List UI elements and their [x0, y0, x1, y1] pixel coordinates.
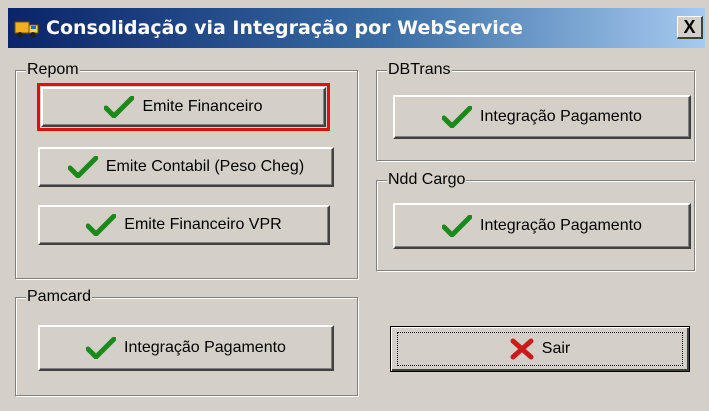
dbtrans-integracao-button[interactable]: Integração Pagamento	[393, 95, 691, 139]
truck-icon	[14, 21, 39, 38]
window-title: Consolidação via Integração por WebServi…	[46, 17, 523, 39]
group-pamcard: Pamcard Integração Pagamento	[15, 287, 359, 397]
group-label-pamcard: Pamcard	[26, 287, 93, 307]
dialog-window: Consolidação via Integração por WebServi…	[0, 0, 709, 411]
button-label: Integração Pagamento	[480, 217, 642, 234]
emite-financeiro-vpr-button[interactable]: Emite Financeiro VPR	[38, 205, 330, 245]
title-bar[interactable]: Consolidação via Integração por WebServi…	[8, 8, 705, 48]
emite-financeiro-button[interactable]: Emite Financeiro	[37, 83, 330, 131]
green-check-icon	[442, 106, 473, 128]
green-check-icon	[86, 214, 117, 236]
sair-button[interactable]: Sair	[390, 326, 690, 372]
button-label: Emite Contabil (Peso Cheg)	[105, 158, 305, 175]
group-dbtrans: DBTrans Integração Pagamento	[376, 60, 696, 162]
group-nddcargo: Ndd Cargo Integração Pagamento	[376, 170, 696, 272]
green-check-icon	[104, 96, 135, 118]
button-label: Integração Pagamento	[480, 108, 642, 125]
button-label: Emite Financeiro VPR	[124, 216, 282, 233]
group-label-repom: Repom	[26, 60, 80, 80]
button-label: Emite Financeiro	[142, 98, 263, 115]
green-check-icon	[442, 215, 473, 237]
group-repom: Repom Emite Financeiro Emite Contabil (P…	[15, 60, 359, 280]
nddcargo-integracao-button[interactable]: Integração Pagamento	[393, 203, 691, 249]
close-button[interactable]: X	[677, 16, 703, 39]
green-check-icon	[86, 337, 117, 359]
pamcard-integracao-button[interactable]: Integração Pagamento	[38, 325, 334, 371]
emite-contabil-button[interactable]: Emite Contabil (Peso Cheg)	[38, 147, 334, 187]
group-label-nddcargo: Ndd Cargo	[387, 170, 467, 190]
green-check-icon	[67, 156, 98, 178]
focus-rectangle	[397, 332, 683, 366]
group-label-dbtrans: DBTrans	[387, 60, 452, 80]
close-icon: X	[683, 17, 696, 37]
button-label: Integração Pagamento	[124, 339, 286, 356]
